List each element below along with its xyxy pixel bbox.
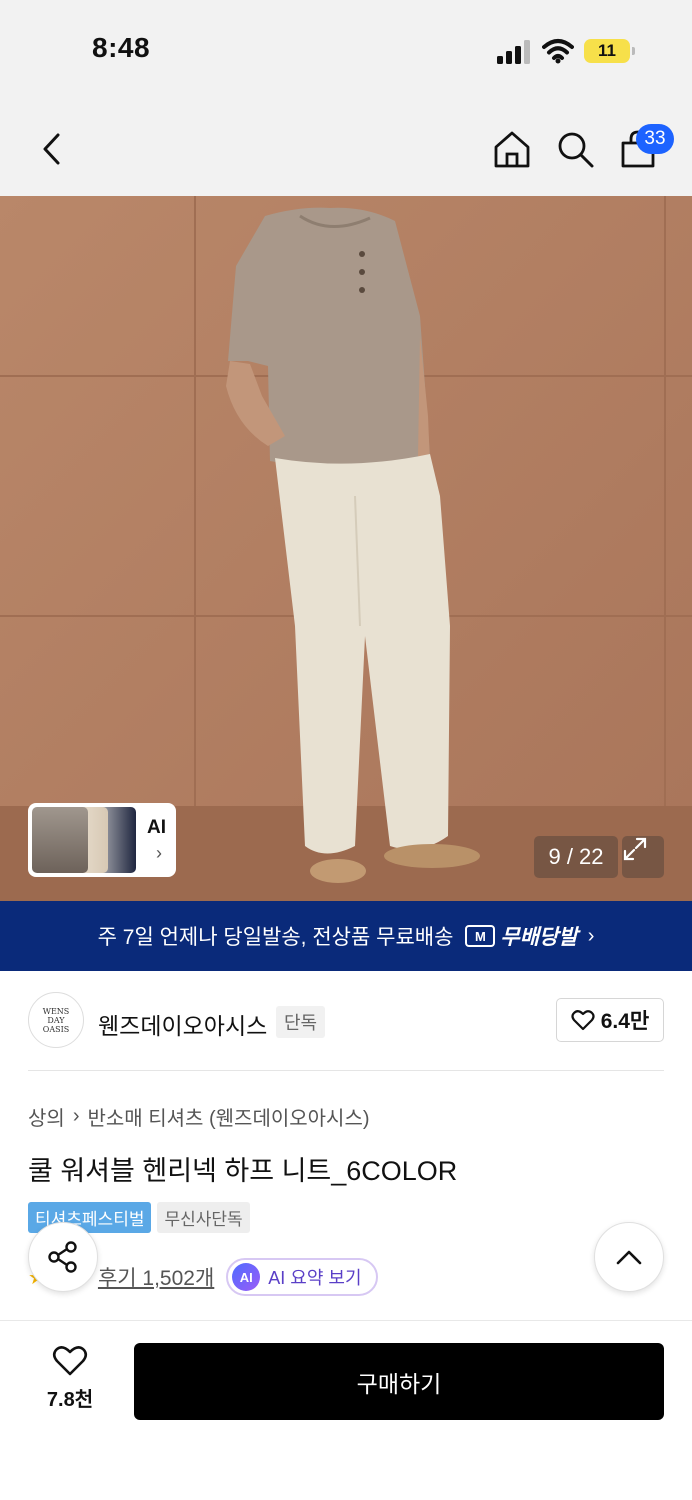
expand-button[interactable] <box>622 836 664 878</box>
review-count-link[interactable]: 후기 1,502개 <box>98 1262 214 1292</box>
breadcrumb-item[interactable]: 상의 <box>28 1102 65 1131</box>
ai-summary-label: AI 요약 보기 <box>268 1268 362 1288</box>
divider <box>28 1070 664 1071</box>
share-button[interactable] <box>28 1222 98 1292</box>
buy-button[interactable]: 구매하기 <box>134 1343 664 1420</box>
brand-logo-text: WENS DAY OASIS <box>42 1006 70 1034</box>
wishlist-count: 7.8천 <box>46 1389 94 1411</box>
product-title: 쿨 워셔블 헨리넥 하프 니트_6COLOR <box>28 1156 458 1186</box>
truck-icon: M <box>465 925 496 947</box>
brand-name[interactable]: 웬즈데이오아시스 <box>98 1007 267 1041</box>
thumbnail-image <box>32 807 88 873</box>
back-button[interactable] <box>32 128 72 170</box>
breadcrumb: 상의 › 반소매 티셔츠 (웬즈데이오아시스) <box>28 1102 370 1131</box>
chevron-right-icon: › <box>156 843 162 863</box>
home-icon <box>494 131 530 168</box>
battery-level: 11 <box>584 39 630 63</box>
battery-icon: 11 <box>584 39 636 63</box>
product-image-gallery[interactable]: AI › 9 / 22 <box>0 196 692 901</box>
chevron-right-icon: › <box>587 924 595 947</box>
promo-logo: M 무배당발 <box>465 921 578 951</box>
brand-like-count: 6.4만 <box>600 1010 650 1033</box>
promo-banner[interactable]: 주 7일 언제나 당일발송, 전상품 무료배송 M 무배당발 › <box>0 901 692 971</box>
chevron-right-icon: › <box>72 1105 80 1127</box>
product-photo <box>0 196 692 901</box>
wifi-icon <box>542 39 574 64</box>
battery-cap <box>632 47 635 55</box>
image-counter: 9 / 22 <box>534 836 618 878</box>
brand-row: WENS DAY OASIS 웬즈데이오아시스 단독 6.4만 <box>28 992 664 1050</box>
battery-percent: 11 <box>598 41 616 60</box>
heart-icon <box>52 1346 88 1376</box>
bottom-action-bar: 7.8천 구매하기 <box>0 1320 692 1500</box>
exclusive-tag: 단독 <box>276 1006 326 1038</box>
expand-icon <box>623 837 647 861</box>
wishlist-button[interactable]: 7.8천 <box>30 1345 110 1425</box>
brand-logo[interactable]: WENS DAY OASIS <box>28 992 84 1048</box>
cart-count-badge: 33 <box>636 124 674 154</box>
status-time: 8:48 <box>92 32 151 63</box>
top-nav <box>0 100 692 196</box>
share-icon <box>48 1241 77 1273</box>
status-bar: 8:48 11 <box>0 0 692 100</box>
home-button[interactable] <box>492 128 532 170</box>
ai-badge-icon: AI <box>232 1263 261 1291</box>
chevron-up-icon <box>616 1250 642 1265</box>
similar-thumbnails <box>32 807 140 873</box>
promo-logo-text: 무배당발 <box>500 926 578 949</box>
ai-label: AI <box>147 817 166 838</box>
exclusive-tag: 무신사단독 <box>157 1202 250 1233</box>
ai-similar-items-card[interactable]: AI › <box>28 803 176 877</box>
search-button[interactable] <box>555 128 595 170</box>
heart-icon <box>571 1010 595 1031</box>
scroll-to-top-button[interactable] <box>594 1222 664 1292</box>
back-chevron-icon <box>43 133 60 165</box>
cellular-signal-icon <box>497 40 530 64</box>
brand-like-button[interactable]: 6.4만 <box>556 998 664 1042</box>
search-icon <box>558 132 594 168</box>
breadcrumb-item[interactable]: 반소매 티셔츠 (웬즈데이오아시스) <box>87 1102 369 1131</box>
promo-text: 주 7일 언제나 당일발송, 전상품 무료배송 <box>97 926 454 949</box>
ai-summary-button[interactable]: AI AI 요약 보기 <box>226 1258 378 1296</box>
